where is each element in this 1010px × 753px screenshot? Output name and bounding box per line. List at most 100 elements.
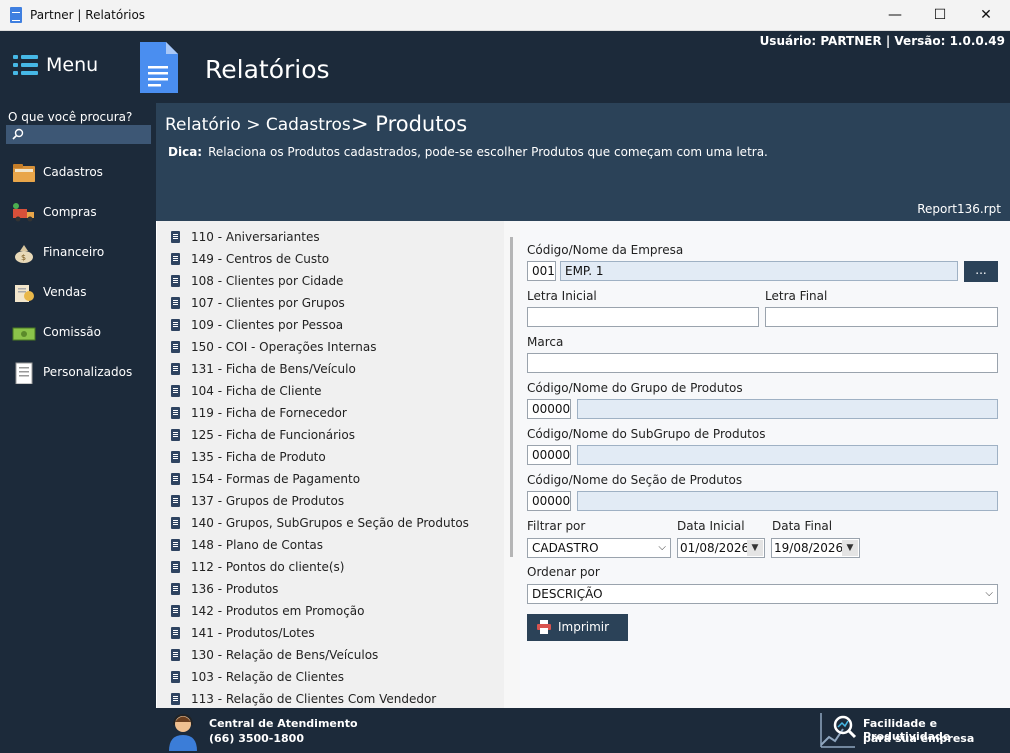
ordenar-select[interactable]: DESCRIÇÃO ⌵: [527, 584, 998, 604]
report-icon: [171, 561, 180, 573]
list-item[interactable]: 142 - Produtos em Promoção: [157, 600, 504, 622]
slogan-line-2: para sua empresa: [863, 732, 975, 745]
list-item[interactable]: 109 - Clientes por Pessoa: [157, 314, 504, 336]
subgrupo-code-field[interactable]: 00000: [527, 445, 571, 465]
list-item[interactable]: 136 - Produtos: [157, 578, 504, 600]
panel-splitter[interactable]: [504, 221, 520, 708]
list-item[interactable]: 141 - Produtos/Lotes: [157, 622, 504, 644]
sidebar-item-compras[interactable]: Compras: [0, 194, 156, 230]
list-item-label: 131 - Ficha de Bens/Veículo: [191, 362, 356, 376]
grupo-name-field[interactable]: [577, 399, 998, 419]
report-document-icon: [140, 42, 178, 93]
list-scrollbar[interactable]: [510, 237, 513, 557]
grupo-code-field[interactable]: 00000: [527, 399, 571, 419]
data-inicial-picker[interactable]: 01/08/2026 ▼: [677, 538, 765, 558]
list-item[interactable]: 149 - Centros de Custo: [157, 248, 504, 270]
document-icon: [15, 362, 33, 384]
report-list: 110 - Aniversariantes 149 - Centros de Cu…: [157, 221, 504, 708]
list-item[interactable]: 103 - Relação de Clientes: [157, 666, 504, 688]
list-item-label: 136 - Produtos: [191, 582, 279, 596]
list-item[interactable]: 140 - Grupos, SubGrupos e Seção de Produ…: [157, 512, 504, 534]
sidebar-item-financeiro[interactable]: $ Financeiro: [0, 234, 156, 270]
report-icon: [171, 451, 180, 463]
empresa-lookup-button[interactable]: ...: [964, 261, 998, 282]
print-button[interactable]: Imprimir: [527, 614, 628, 641]
sidebar-item-label: Compras: [43, 205, 97, 219]
list-item[interactable]: 150 - COI - Operações Internas: [157, 336, 504, 358]
list-item-label: 104 - Ficha de Cliente: [191, 384, 322, 398]
list-item-label: 109 - Clientes por Pessoa: [191, 318, 344, 332]
list-item[interactable]: 154 - Formas de Pagamento: [157, 468, 504, 490]
support-agent-icon: [169, 714, 197, 751]
list-item[interactable]: 104 - Ficha de Cliente: [157, 380, 504, 402]
search-icon: [12, 128, 24, 140]
minimize-button[interactable]: —: [872, 0, 918, 31]
empresa-name-field[interactable]: EMP. 1: [560, 261, 958, 281]
list-item[interactable]: 130 - Relação de Bens/Veículos: [157, 644, 504, 666]
list-item-label: 112 - Pontos do cliente(s): [191, 560, 345, 574]
filtrar-select[interactable]: CADASTRO ⌵: [527, 538, 671, 558]
marca-label: Marca: [527, 335, 564, 349]
list-item[interactable]: 137 - Grupos de Produtos: [157, 490, 504, 512]
print-label: Imprimir: [558, 620, 610, 634]
data-final-picker[interactable]: 19/08/2026 ▼: [771, 538, 860, 558]
list-item[interactable]: 107 - Clientes por Grupos: [157, 292, 504, 314]
footer: Central de Atendimento (66) 3500-1800 Fa…: [157, 708, 1010, 753]
list-item-label: 142 - Produtos em Promoção: [191, 604, 365, 618]
sidebar-footer: [0, 708, 157, 753]
list-item-label: 141 - Produtos/Lotes: [191, 626, 315, 640]
close-button[interactable]: ✕: [963, 0, 1009, 31]
list-item-label: 137 - Grupos de Produtos: [191, 494, 345, 508]
list-item[interactable]: 131 - Ficha de Bens/Veículo: [157, 358, 504, 380]
report-icon: [171, 517, 180, 529]
sidebar-item-vendas[interactable]: Vendas: [0, 274, 156, 310]
list-item[interactable]: 148 - Plano de Contas: [157, 534, 504, 556]
list-item-label: 113 - Relação de Clientes Com Vendedor: [191, 692, 437, 706]
marca-field[interactable]: [527, 353, 998, 373]
list-item[interactable]: 113 - Relação de Clientes Com Vendedor: [157, 688, 504, 708]
list-item-label: 103 - Relação de Clientes: [191, 670, 345, 684]
data-inicial-label: Data Inicial: [677, 519, 745, 533]
tip-text: Dica: Relaciona os Produtos cadastrados, …: [168, 145, 768, 159]
report-icon: [171, 495, 180, 507]
search-input[interactable]: [6, 125, 151, 144]
list-item[interactable]: 108 - Clientes por Cidade: [157, 270, 504, 292]
search-label: O que você procura?: [8, 110, 133, 124]
sales-icon: [15, 285, 34, 302]
sidebar-item-label: Comissão: [43, 325, 101, 339]
report-icon: [171, 605, 180, 617]
list-item[interactable]: 112 - Pontos do cliente(s): [157, 556, 504, 578]
letra-final-field[interactable]: [765, 307, 998, 327]
letra-inicial-field[interactable]: [527, 307, 759, 327]
sidebar-item-label: Cadastros: [43, 165, 103, 179]
list-item[interactable]: 110 - Aniversariantes: [157, 226, 504, 248]
subgrupo-name-field[interactable]: [577, 445, 998, 465]
menu-toggle[interactable]: Menu: [0, 31, 156, 101]
support-phone: (66) 3500-1800: [209, 732, 304, 745]
list-item[interactable]: 125 - Ficha de Funcionários: [157, 424, 504, 446]
data-inicial-value: 01/08/2026: [680, 541, 750, 555]
list-item[interactable]: 135 - Ficha de Produto: [157, 446, 504, 468]
list-item-label: 154 - Formas de Pagamento: [191, 472, 361, 486]
sidebar-item-personalizados[interactable]: Personalizados: [0, 354, 156, 390]
report-icon: [171, 275, 180, 287]
secao-name-field[interactable]: [577, 491, 998, 511]
breadcrumb-bar: Relatório > Cadastros > Produtos Dica: Re…: [156, 103, 1010, 221]
maximize-button[interactable]: ☐: [917, 0, 963, 31]
report-icon: [171, 385, 180, 397]
report-icon: [171, 407, 180, 419]
truck-icon: [13, 203, 34, 222]
list-item-label: 107 - Clientes por Grupos: [191, 296, 345, 310]
report-filter-form: Código/Nome da Empresa 001 EMP. 1 ... Le…: [520, 221, 1010, 708]
secao-code-field[interactable]: 00000: [527, 491, 571, 511]
sidebar-item-cadastros[interactable]: Cadastros: [0, 154, 156, 190]
calendar-dropdown-icon[interactable]: ▼: [747, 540, 763, 556]
letra-final-label: Letra Final: [765, 289, 828, 303]
sidebar-item-comissao[interactable]: Comissão: [0, 314, 156, 350]
list-item-label: 119 - Ficha de Fornecedor: [191, 406, 347, 420]
ordenar-value: DESCRIÇÃO: [532, 587, 603, 601]
report-icon: [171, 297, 180, 309]
calendar-dropdown-icon[interactable]: ▼: [842, 540, 858, 556]
list-item[interactable]: 119 - Ficha de Fornecedor: [157, 402, 504, 424]
empresa-code-field[interactable]: 001: [527, 261, 556, 281]
